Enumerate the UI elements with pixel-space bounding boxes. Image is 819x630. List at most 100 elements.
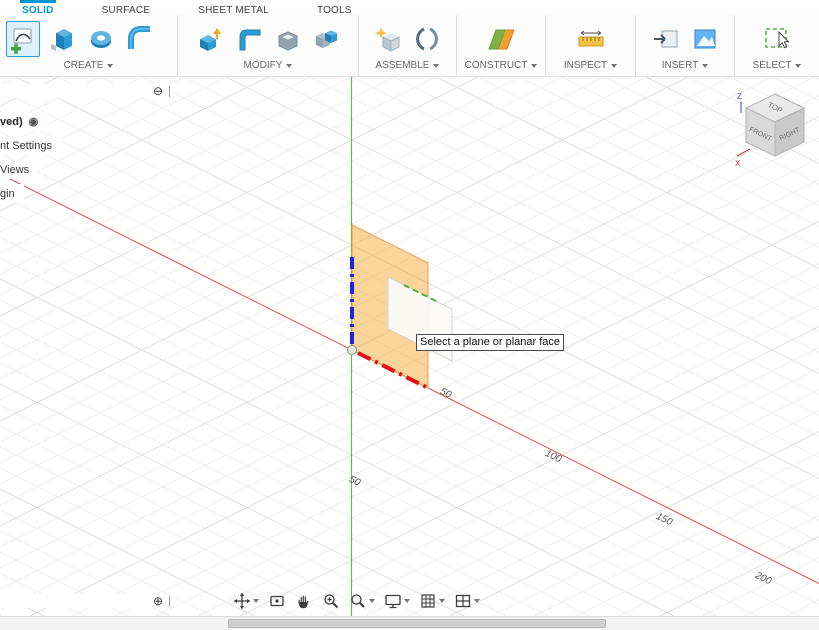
expand-icon[interactable]: ⊕	[153, 595, 163, 607]
chevron-down-icon	[474, 599, 480, 603]
toolbar-group-inspect: INSPECT	[546, 15, 636, 76]
browser-item-label: gin	[0, 187, 15, 200]
press-pull-button[interactable]	[193, 21, 227, 57]
viewcube-z-label: Z	[737, 92, 742, 101]
extrude-button[interactable]	[45, 21, 79, 57]
chevron-down-icon	[286, 63, 293, 68]
viewcube-x-axis	[736, 148, 751, 157]
browser-item-origin[interactable]: gin	[0, 184, 24, 203]
browser-item-document-settings[interactable]: nt Settings	[0, 136, 61, 155]
browser-item-named-views[interactable]: Views	[0, 160, 39, 179]
inspect-label: INSPECT	[563, 60, 608, 71]
browser-header: ⊖	[0, 84, 172, 98]
panel-divider	[169, 85, 170, 97]
look-at-button[interactable]	[265, 590, 289, 612]
chevron-down-icon	[253, 599, 259, 603]
browser-item-label: nt Settings	[0, 139, 52, 152]
create-label: CREATE	[63, 60, 104, 71]
viewports-icon	[455, 594, 471, 608]
grid-icon	[421, 594, 435, 608]
chevron-down-icon	[369, 599, 375, 603]
assemble-label: ASSEMBLE	[375, 60, 430, 71]
measure-button[interactable]	[574, 21, 608, 57]
create-dropdown[interactable]: CREATE	[0, 58, 177, 76]
modify-dropdown[interactable]: MODIFY	[178, 58, 358, 76]
look-at-icon	[270, 595, 284, 607]
chevron-down-icon	[611, 63, 618, 68]
insert-derive-button[interactable]	[649, 21, 683, 57]
construct-dropdown[interactable]: CONSTRUCT	[457, 58, 545, 76]
fillet-icon	[239, 29, 260, 50]
modify-label: MODIFY	[243, 60, 283, 71]
insert-derive-icon	[653, 30, 677, 47]
browser-item-label: Views	[0, 163, 30, 176]
chevron-down-icon	[433, 63, 440, 68]
inspect-dropdown[interactable]: INSPECT	[546, 58, 635, 76]
joint-button[interactable]	[410, 21, 444, 57]
browser-footer: ⊕	[0, 594, 172, 608]
document-activate-icon[interactable]: ◉	[29, 115, 39, 128]
toolbar-group-create: CREATE	[0, 15, 178, 76]
chevron-down-icon	[439, 599, 445, 603]
tab-sheet-metal[interactable]: SHEET METAL	[196, 0, 271, 16]
select-button[interactable]	[760, 21, 794, 57]
pan-button[interactable]	[292, 590, 316, 612]
tab-tools[interactable]: TOOLS	[315, 0, 354, 16]
fillet-button[interactable]	[232, 21, 266, 57]
toolbar-group-modify: MODIFY	[178, 15, 359, 76]
insert-dropdown[interactable]: INSERT	[636, 58, 734, 76]
chevron-down-icon	[531, 63, 538, 68]
sweep-button[interactable]	[123, 21, 157, 57]
main-toolbar: CREATE MODIFY ASSEMBLE CONSTRUCT INSPECT…	[0, 15, 819, 77]
fit-button[interactable]	[346, 590, 378, 612]
select-icon	[765, 27, 790, 48]
collapse-icon[interactable]: ⊖	[153, 85, 163, 97]
tab-solid[interactable]: SOLID	[20, 0, 56, 16]
select-label: SELECT	[752, 60, 792, 71]
combine-button[interactable]	[310, 21, 344, 57]
origin-point[interactable]	[347, 345, 357, 355]
shell-button[interactable]	[271, 21, 305, 57]
joint-icon	[416, 27, 438, 50]
pan-icon	[298, 595, 309, 609]
grid-settings-button[interactable]	[416, 590, 448, 612]
shell-icon	[278, 30, 297, 51]
new-component-icon	[375, 26, 400, 52]
assemble-dropdown[interactable]: ASSEMBLE	[359, 58, 456, 76]
extrude-icon	[51, 28, 72, 51]
zoom-icon	[324, 594, 339, 609]
viewports-button[interactable]	[451, 590, 483, 612]
browser-item-unsaved[interactable]: ved) ◉	[0, 112, 48, 131]
revolve-button[interactable]	[84, 21, 118, 57]
orbit-icon	[233, 592, 251, 610]
view-cube[interactable]: TOP FRONT RIGHT Z X	[733, 86, 819, 172]
horizontal-scrollbar[interactable]	[0, 616, 819, 630]
chevron-down-icon	[404, 599, 410, 603]
create-sketch-button[interactable]	[6, 20, 40, 57]
new-component-button[interactable]	[371, 21, 405, 57]
canvas-button[interactable]	[688, 21, 722, 57]
orbit-button[interactable]	[230, 590, 262, 612]
horizontal-scrollbar-thumb[interactable]	[228, 619, 606, 628]
press-pull-icon	[199, 27, 221, 51]
zoom-button[interactable]	[319, 590, 343, 612]
sweep-icon	[128, 25, 150, 49]
canvas-icon	[694, 29, 715, 48]
tab-surface[interactable]: SURFACE	[100, 0, 153, 16]
toolbar-group-assemble: ASSEMBLE	[359, 15, 457, 76]
construct-plane-button[interactable]	[484, 21, 518, 57]
chevron-down-icon	[702, 63, 709, 68]
construct-label: CONSTRUCT	[464, 60, 528, 71]
select-dropdown[interactable]: SELECT	[735, 58, 819, 76]
chevron-down-icon	[795, 63, 802, 68]
browser-panel: ⊖ ved) ◉ nt Settings Views gin ⊕	[0, 84, 172, 608]
display-settings-button[interactable]	[381, 590, 413, 612]
viewcube-x-label: X	[735, 159, 741, 168]
toolbar-tabbar: SOLID SURFACE SHEET METAL TOOLS	[0, 0, 819, 16]
toolbar-group-construct: CONSTRUCT	[457, 15, 546, 76]
toolbar-group-select: SELECT	[735, 15, 819, 76]
combine-icon	[315, 30, 337, 48]
fit-icon	[351, 594, 365, 608]
measure-icon	[578, 30, 603, 46]
construct-plane-icon	[488, 29, 515, 49]
